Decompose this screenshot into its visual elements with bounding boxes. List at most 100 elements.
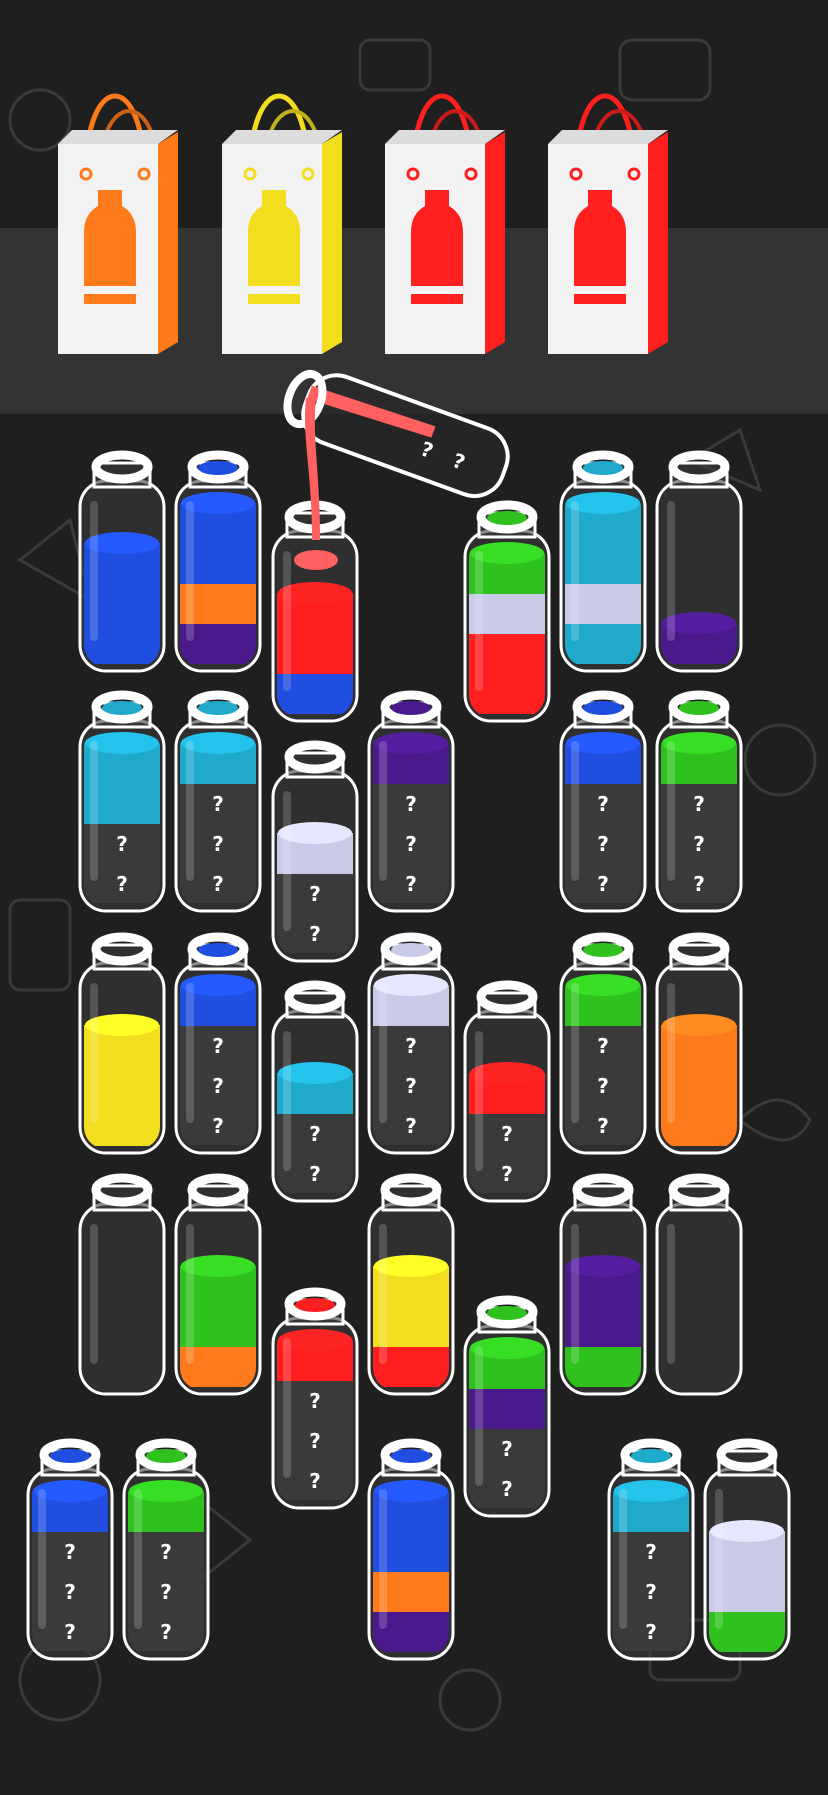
bottle[interactable]: ??	[78, 690, 166, 913]
bottle[interactable]	[174, 1173, 262, 1396]
bottle-opening-liquid	[50, 1449, 90, 1463]
bottle[interactable]: ???	[174, 690, 262, 913]
bottle-opening-liquid	[198, 701, 238, 715]
bottle[interactable]	[78, 932, 166, 1155]
glass-highlight	[90, 741, 98, 881]
bottle[interactable]	[367, 1438, 455, 1661]
hidden-layer-marker: ?	[501, 1437, 513, 1461]
bottle[interactable]	[559, 1173, 647, 1396]
hidden-layer-marker: ?	[405, 872, 417, 896]
hidden-layer-marker: ?	[116, 872, 128, 896]
bag-side	[648, 132, 668, 354]
bottle[interactable]	[655, 1173, 743, 1396]
glass-highlight	[134, 1489, 142, 1629]
hidden-layer-marker: ?	[597, 1074, 609, 1098]
bottle-opening-liquid	[583, 461, 623, 475]
hidden-layer-marker: ?	[212, 1074, 224, 1098]
glass-highlight	[283, 791, 291, 931]
hidden-layer-marker: ?	[693, 872, 705, 896]
bottle[interactable]	[655, 932, 743, 1155]
bottle[interactable]: ???	[174, 932, 262, 1155]
glass-highlight	[379, 1224, 387, 1364]
bottle[interactable]	[78, 1173, 166, 1396]
bottle[interactable]	[703, 1438, 791, 1661]
shopping-bag	[548, 93, 668, 354]
glass-highlight	[186, 1224, 194, 1364]
glass-highlight	[667, 983, 675, 1123]
hidden-layer-marker: ?	[405, 1074, 417, 1098]
bag-top	[385, 130, 505, 144]
hidden-layer-marker: ?	[501, 1162, 513, 1186]
bottle[interactable]	[78, 450, 166, 673]
glass-highlight	[186, 983, 194, 1123]
bottle[interactable]: ???	[122, 1438, 210, 1661]
hidden-layer-marker: ?	[645, 1580, 657, 1604]
glass-highlight	[90, 983, 98, 1123]
glass-highlight	[475, 1031, 483, 1171]
hidden-layer-marker: ?	[309, 1122, 321, 1146]
bottle-opening-liquid	[487, 511, 527, 525]
hidden-layer-marker: ?	[693, 792, 705, 816]
hidden-layer-marker: ?	[64, 1580, 76, 1604]
bottle[interactable]: ???	[559, 690, 647, 913]
hidden-layer-marker: ?	[212, 1114, 224, 1138]
glass-highlight	[667, 501, 675, 641]
glass-highlight	[283, 1338, 291, 1478]
bottle-opening-liquid	[391, 701, 431, 715]
bottle[interactable]	[463, 500, 551, 723]
bottle[interactable]: ??	[271, 740, 359, 963]
bottle[interactable]	[174, 450, 262, 673]
bottle[interactable]: ???	[607, 1438, 695, 1661]
glass-highlight	[186, 501, 194, 641]
hidden-layer-marker: ?	[160, 1540, 172, 1564]
bottle-opening-liquid	[583, 701, 623, 715]
bottle[interactable]: ??	[463, 1295, 551, 1518]
hidden-layer-marker: ?	[309, 1429, 321, 1453]
glass-highlight	[186, 741, 194, 881]
shopping-bag	[58, 93, 178, 354]
glass-highlight	[571, 1224, 579, 1364]
hidden-layer-marker: ?	[597, 792, 609, 816]
hidden-layer-marker: ?	[64, 1540, 76, 1564]
bag-logo-stripe	[574, 286, 626, 294]
glass-highlight	[379, 983, 387, 1123]
hidden-layer-marker: ?	[597, 1034, 609, 1058]
hidden-layer-marker: ?	[501, 1122, 513, 1146]
bottle[interactable]: ??	[463, 980, 551, 1203]
glass-highlight	[715, 1489, 723, 1629]
bottle[interactable]: ???	[655, 690, 743, 913]
bottle[interactable]: ???	[271, 1287, 359, 1510]
bag-top	[548, 130, 668, 144]
bottle-opening-liquid	[295, 1298, 335, 1312]
glass-highlight	[90, 501, 98, 641]
bottle-opening-liquid	[631, 1449, 671, 1463]
bottle[interactable]	[367, 1173, 455, 1396]
hidden-layer-marker: ?	[597, 872, 609, 896]
bottle-opening-liquid	[102, 701, 142, 715]
bottle[interactable]	[655, 450, 743, 673]
bottle[interactable]: ???	[367, 690, 455, 913]
bottle[interactable]: ???	[559, 932, 647, 1155]
hidden-layer-marker: ?	[597, 832, 609, 856]
bottle-grid: ????????????????????????????????????????…	[26, 450, 791, 1661]
bottle-opening-liquid	[487, 1306, 527, 1320]
bag-logo-stripe	[84, 286, 136, 294]
hidden-layer-marker: ?	[645, 1540, 657, 1564]
glass-highlight	[379, 1489, 387, 1629]
glass-highlight	[667, 741, 675, 881]
glass-highlight	[475, 1346, 483, 1486]
bottle[interactable]: ??	[271, 980, 359, 1203]
game-board: ????????????????????????????????????????…	[0, 38, 828, 1732]
glass-highlight	[571, 741, 579, 881]
shopping-bag	[222, 93, 342, 354]
hidden-layer-marker: ?	[116, 832, 128, 856]
glass-highlight	[571, 501, 579, 641]
bottle-opening-liquid	[146, 1449, 186, 1463]
bottle-opening-liquid	[198, 943, 238, 957]
bottle[interactable]: ???	[26, 1438, 114, 1661]
bottle[interactable]	[559, 450, 647, 673]
glass-highlight	[38, 1489, 46, 1629]
hidden-layer-marker: ?	[212, 792, 224, 816]
bottle[interactable]: ???	[367, 932, 455, 1155]
hidden-layer-marker: ?	[405, 1114, 417, 1138]
